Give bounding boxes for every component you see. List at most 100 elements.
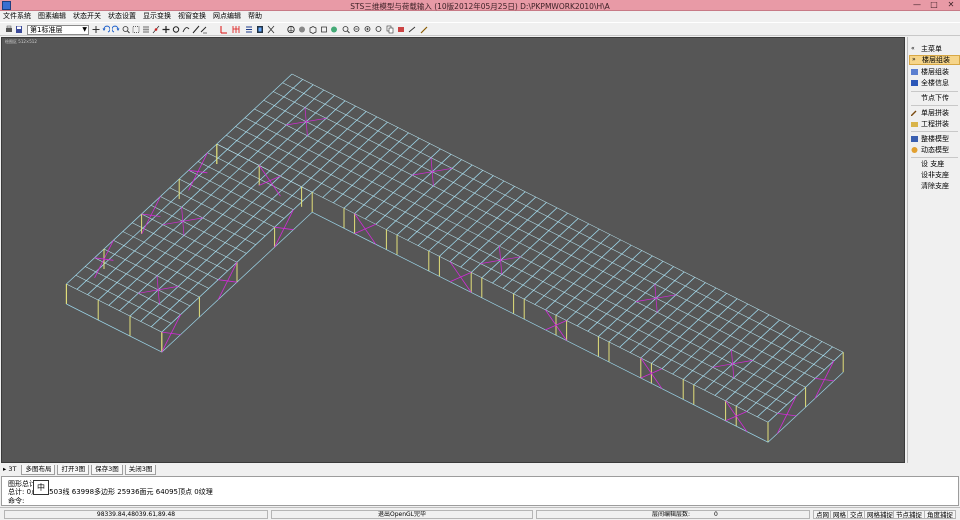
brace-icon[interactable] <box>267 25 275 34</box>
rp-divider <box>911 157 958 158</box>
copy-icon[interactable] <box>386 25 394 34</box>
title-bar: STS三维模型与荷载输入 (10版2012年05月25日) D:\PKPMWOR… <box>0 0 960 11</box>
section-icon[interactable] <box>256 25 264 34</box>
save-icon[interactable] <box>15 25 23 34</box>
zoom-plus-icon[interactable] <box>364 25 372 34</box>
double-chevron-up-icon: « <box>911 45 915 52</box>
model-viewport[interactable]: 绘图区 512×512 <box>1 37 905 463</box>
purlin <box>160 196 256 245</box>
tab-open-view[interactable]: 打开3图 <box>57 465 90 475</box>
purlin <box>150 205 247 254</box>
structure-model-3d[interactable] <box>2 38 905 463</box>
base-line <box>767 371 844 443</box>
purlin <box>113 240 209 289</box>
undo-icon[interactable] <box>102 25 110 34</box>
toggle-node-snap[interactable]: 节点捕捉 <box>893 510 925 519</box>
rp-main-menu[interactable]: « 主菜单 <box>909 44 960 54</box>
tab-save-view[interactable]: 保存3图 <box>91 465 123 475</box>
rp-dynamic-model[interactable]: 动态模型 <box>909 145 960 155</box>
color-icon[interactable] <box>330 25 338 34</box>
redo-view-icon[interactable] <box>182 25 190 34</box>
rp-set-non-support[interactable]: 设非支座 <box>909 170 960 180</box>
snap-icon[interactable] <box>152 25 160 34</box>
edit-layer-count-value: 0 <box>713 511 718 518</box>
menu-file[interactable]: 文件系统 <box>3 11 31 21</box>
building-icon <box>911 136 918 142</box>
pan-cross-icon[interactable] <box>92 25 100 34</box>
purlin <box>94 257 191 307</box>
right-menu-panel: « 主菜单 » 楼层组装 楼层组装 全楼信息 节点下传 单层拼装 工程拼装 整楼… <box>907 37 960 463</box>
cmd-prompt[interactable]: 命令: <box>8 496 24 506</box>
tab-close-view[interactable]: 关闭3图 <box>124 465 157 475</box>
tab-multi-layout[interactable]: 多图布局 <box>21 465 56 475</box>
red-grid-icon[interactable] <box>232 25 240 34</box>
menu-state-switch[interactable]: 状态开关 <box>73 11 101 21</box>
rp-building-info[interactable]: 全楼信息 <box>909 78 960 88</box>
rp-clear-support[interactable]: 清除支座 <box>909 181 960 191</box>
command-area[interactable]: 图形总计: 1 总计: 0点 19503线 63998多边形 25936面元 6… <box>1 476 959 506</box>
toolbar: 第1标准层 ▼ <box>0 22 960 36</box>
app-window: STS三维模型与荷载输入 (10版2012年05月25日) D:\PKPMWOR… <box>0 0 960 520</box>
zoom-prev-icon[interactable] <box>375 25 383 34</box>
rp-floor-assembly[interactable]: 楼层组装 <box>909 67 960 77</box>
red-column-icon[interactable] <box>220 25 228 34</box>
slash-tool-icon[interactable] <box>192 25 200 34</box>
view-tab-strip: ▸ 3T 多图布局 打开3图 保存3图 关闭3图 <box>0 464 905 475</box>
close-button[interactable]: ✕ <box>944 1 958 10</box>
minimize-button[interactable]: — <box>910 1 924 10</box>
paint-icon[interactable] <box>397 25 405 34</box>
purlin <box>179 178 275 228</box>
maximize-button[interactable]: □ <box>927 1 941 10</box>
rp-divider <box>911 131 958 132</box>
grid-icon[interactable] <box>142 25 150 34</box>
zoom-out-icon[interactable] <box>353 25 361 34</box>
iso-icon[interactable] <box>320 25 328 34</box>
tab-3t[interactable]: ▸ 3T <box>3 465 19 475</box>
cursor-coordinates: 98339.84,48039.61,89.48 <box>4 510 268 519</box>
purlin <box>282 82 834 362</box>
edit-icon[interactable] <box>420 25 428 34</box>
layer-list-icon[interactable] <box>245 25 253 34</box>
rp-project-assembly[interactable]: 工程拼装 <box>909 119 960 129</box>
rp-set-support[interactable]: 设 支座 <box>909 159 960 169</box>
ime-indicator[interactable]: 中 <box>33 480 49 495</box>
edit-layer-count-label: 层间编辑层数: <box>652 511 691 518</box>
rotate-icon[interactable] <box>172 25 180 34</box>
render-icon[interactable] <box>298 25 306 34</box>
menu-view-transform[interactable]: 视窗变换 <box>178 11 206 21</box>
layers-icon <box>911 69 918 75</box>
rp-node-transfer[interactable]: 节点下传 <box>909 93 960 103</box>
brace <box>354 223 376 234</box>
info-icon <box>911 80 918 86</box>
menu-element-edit[interactable]: 图素编辑 <box>38 11 66 21</box>
menu-help[interactable]: 帮助 <box>248 11 262 21</box>
rp-divider <box>911 105 958 106</box>
standard-layer-value: 第1标准层 <box>30 26 63 34</box>
toggle-grid-snap[interactable]: 网格捕捉 <box>864 510 896 519</box>
measure-icon[interactable] <box>408 25 416 34</box>
line-tool-icon[interactable] <box>200 25 208 34</box>
standard-layer-select[interactable]: 第1标准层 ▼ <box>27 25 89 35</box>
cube-icon[interactable] <box>309 25 317 34</box>
purlin <box>226 135 778 414</box>
folder-icon <box>911 122 918 127</box>
redo-icon[interactable] <box>112 25 120 34</box>
view-3d-icon[interactable] <box>287 25 295 34</box>
zoom-all-icon[interactable] <box>342 25 350 34</box>
chevron-down-icon[interactable]: ▼ <box>82 26 87 34</box>
menu-node-edit[interactable]: 网点编辑 <box>213 11 241 21</box>
zoom-window-icon[interactable] <box>132 25 140 34</box>
base-line <box>312 211 769 443</box>
status-message: 退出OpenGL完毕 <box>271 510 533 519</box>
rp-floor-assembly-active[interactable]: » 楼层组装 <box>909 55 960 65</box>
rp-whole-building-model[interactable]: 整楼模型 <box>909 134 960 144</box>
zoom-in-icon[interactable] <box>122 25 130 34</box>
toggle-angle-snap[interactable]: 角度捕捉 <box>924 510 956 519</box>
purlin <box>235 126 787 405</box>
rp-single-layer-assembly[interactable]: 单层拼装 <box>909 108 960 118</box>
move-icon[interactable] <box>162 25 170 34</box>
menu-state-settings[interactable]: 状态设置 <box>108 11 136 21</box>
printer-icon[interactable] <box>5 25 13 34</box>
menu-display-transform[interactable]: 显示变换 <box>143 11 171 21</box>
hammer-icon <box>911 110 917 116</box>
